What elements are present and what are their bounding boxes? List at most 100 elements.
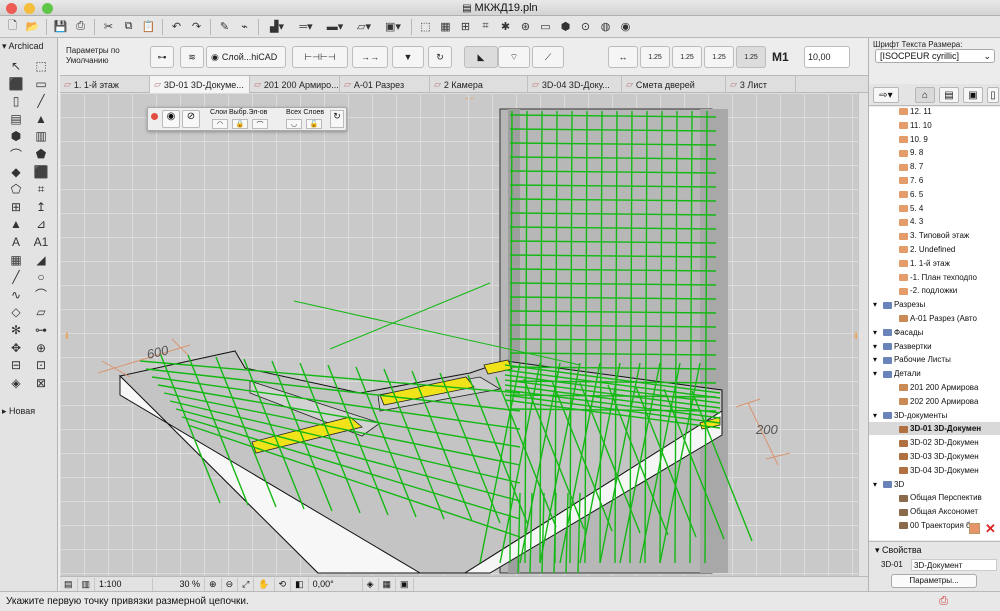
navigator-icon[interactable]: ▥	[78, 577, 96, 591]
tab-1[interactable]: ▱ 1. 1-й этаж	[60, 76, 150, 93]
3d-document-viewport[interactable]: 600 200 - - ‖ ‖	[60, 93, 868, 576]
tab-3[interactable]: ▱ 201 200 Армиро...	[250, 76, 340, 93]
bimx-icon[interactable]: ◉	[617, 18, 634, 35]
grid-snap-icon[interactable]: ⌗	[477, 18, 494, 35]
redo-icon[interactable]: ↷	[188, 18, 205, 35]
tree-item[interactable]: 202 200 Армирова	[869, 395, 1000, 408]
find-select-icon[interactable]: ⊛	[517, 18, 534, 35]
layers-settings-button[interactable]: ≋	[180, 46, 204, 68]
line-type-icon[interactable]: ▟▾	[264, 18, 290, 35]
text-position-button-3[interactable]: 1.25	[704, 46, 734, 68]
3d-view-icon[interactable]: ⬢	[557, 18, 574, 35]
close-window-button[interactable]	[6, 3, 17, 14]
cut-icon[interactable]: ✂	[100, 18, 117, 35]
rotate-button[interactable]: ↻	[428, 46, 452, 68]
text-position-button-2[interactable]: 1.25	[672, 46, 702, 68]
undo-icon[interactable]: ↶	[168, 18, 185, 35]
tree-item[interactable]: 9. 8	[869, 146, 1000, 159]
group-icon[interactable]: ▣▾	[380, 18, 406, 35]
tab-5[interactable]: ▱ 2 Камера	[430, 76, 528, 93]
tree-item[interactable]: 3D-04 3D-Докумен	[869, 464, 1000, 477]
tree-item[interactable]: A-01 Разрез (Авто	[869, 312, 1000, 325]
show-all-icon[interactable]: ◉	[162, 110, 180, 128]
tree-item[interactable]: 4. 3	[869, 215, 1000, 228]
tree-item[interactable]: 00 Траектория без	[869, 519, 1000, 532]
layout-icon[interactable]: ▤	[60, 577, 78, 591]
hide-selected-layers-icon[interactable]: ◠	[212, 119, 228, 129]
tree-item[interactable]: 3. Типовой этаж	[869, 229, 1000, 242]
new-group-header[interactable]: ▸ Новая	[2, 406, 56, 419]
minimize-window-button[interactable]	[24, 3, 35, 14]
scale-field[interactable]: 1:100	[95, 577, 154, 591]
pick-up-icon[interactable]: ✎	[216, 18, 233, 35]
font-select[interactable]: [ISOCPEUR cyrillic] ⌄	[875, 49, 995, 63]
refresh-icon[interactable]: ↻	[330, 110, 344, 128]
unlock-all-layers-icon[interactable]: 🔓	[306, 119, 322, 129]
new-folder-icon[interactable]	[969, 523, 980, 534]
arrow-type-button[interactable]: ↔	[608, 46, 638, 68]
pan-icon[interactable]: ✋	[254, 577, 275, 591]
tree-item[interactable]: 12. 11	[869, 107, 1000, 118]
text-position-button-4[interactable]: 1.25	[736, 46, 766, 68]
dimension-tool-settings-button[interactable]: ⊶	[150, 46, 174, 68]
view-map-icon[interactable]: ▤	[939, 87, 959, 103]
open-file-icon[interactable]: 📂	[24, 18, 41, 35]
tree-item[interactable]: ▾ Детали	[869, 367, 1000, 380]
witness-line-button[interactable]: →→	[352, 46, 388, 68]
vertical-scrollbar[interactable]	[858, 93, 868, 576]
zoom-out-icon[interactable]: ⊖	[222, 577, 239, 591]
layer-select[interactable]: ◉ Слой...hiCAD	[206, 46, 286, 68]
copy-icon[interactable]: ⧉	[120, 18, 137, 35]
pen-weight-icon[interactable]: ═▾	[293, 18, 319, 35]
teamwork-icon[interactable]: ⊙	[577, 18, 594, 35]
model-view-icon[interactable]: ▣	[396, 577, 414, 591]
tree-item[interactable]: ▾ Фасады	[869, 326, 1000, 339]
tree-item[interactable]: -1. План техподпо	[869, 271, 1000, 284]
lock-selected-layers-icon[interactable]: 🔒	[232, 119, 248, 129]
zoom-in-icon[interactable]: ⊕	[205, 577, 222, 591]
tree-item[interactable]: Общая Перспектив	[869, 491, 1000, 504]
hide-icon[interactable]: ⊘	[182, 110, 200, 128]
properties-id-field[interactable]: 3D-01	[881, 559, 909, 571]
tab-2[interactable]: ▱ 3D-01 3D-Докуме...	[150, 76, 250, 93]
slope-dim-button[interactable]: ⟋	[532, 46, 564, 68]
tree-item[interactable]: ▾ Разрезы	[869, 298, 1000, 311]
tab-4[interactable]: ▱ A-01 Разрез	[340, 76, 430, 93]
display-icon[interactable]: ▦	[379, 577, 397, 591]
font-size-field[interactable]: 10,00	[804, 46, 850, 68]
tree-item[interactable]: 201 200 Армирова	[869, 381, 1000, 394]
new-file-icon[interactable]: 🗋	[4, 18, 21, 35]
tool-icon-37[interactable]: ◈	[5, 373, 27, 393]
tree-item[interactable]: ▾ 3D	[869, 478, 1000, 491]
zoom-window-button[interactable]	[42, 3, 53, 14]
tool-icon-38[interactable]: ⊠	[30, 373, 52, 393]
palette-close-icon[interactable]	[151, 113, 158, 120]
delete-icon[interactable]: ✕	[985, 521, 996, 537]
tree-item[interactable]: 8. 7	[869, 160, 1000, 173]
tree-item[interactable]: 3D-02 3D-Докумен	[869, 436, 1000, 449]
tree-item[interactable]: Общая Аксономет	[869, 505, 1000, 518]
tree-item[interactable]: 3D-01 3D-Докумен	[869, 422, 1000, 436]
fill-icon[interactable]: ▬▾	[322, 18, 348, 35]
tree-item[interactable]: ▾ Рабочие Листы	[869, 353, 1000, 366]
associative-dim-button[interactable]: ⌔	[498, 46, 530, 68]
text-position-button-1[interactable]: 1.25	[640, 46, 670, 68]
override-icon[interactable]: ◈	[363, 577, 379, 591]
tree-item[interactable]: 3D-03 3D-Докумен	[869, 450, 1000, 463]
fit-window-icon[interactable]: ⤢	[238, 577, 255, 591]
publisher-icon[interactable]: ▯	[987, 87, 999, 103]
angle-field[interactable]: 0,00°	[309, 577, 363, 591]
tree-item[interactable]: 11. 10	[869, 119, 1000, 132]
tree-item[interactable]: 7. 6	[869, 174, 1000, 187]
render-icon[interactable]: ◍	[597, 18, 614, 35]
guide-icon[interactable]: ✱	[497, 18, 514, 35]
paste-icon[interactable]: 📋	[140, 18, 157, 35]
tree-item[interactable]: ▾ Развертки	[869, 340, 1000, 353]
tab-6[interactable]: ▱ 3D-04 3D-Доку...	[528, 76, 622, 93]
print-icon[interactable]: ⎙	[72, 18, 89, 35]
inject-icon[interactable]: ⌁	[236, 18, 253, 35]
marker-button[interactable]: ▼	[392, 46, 424, 68]
static-dim-button[interactable]: ◣	[464, 46, 498, 68]
properties-header[interactable]: ▾ Свойства	[875, 545, 922, 556]
tab-8[interactable]: ▱ 3 Лист	[726, 76, 796, 93]
